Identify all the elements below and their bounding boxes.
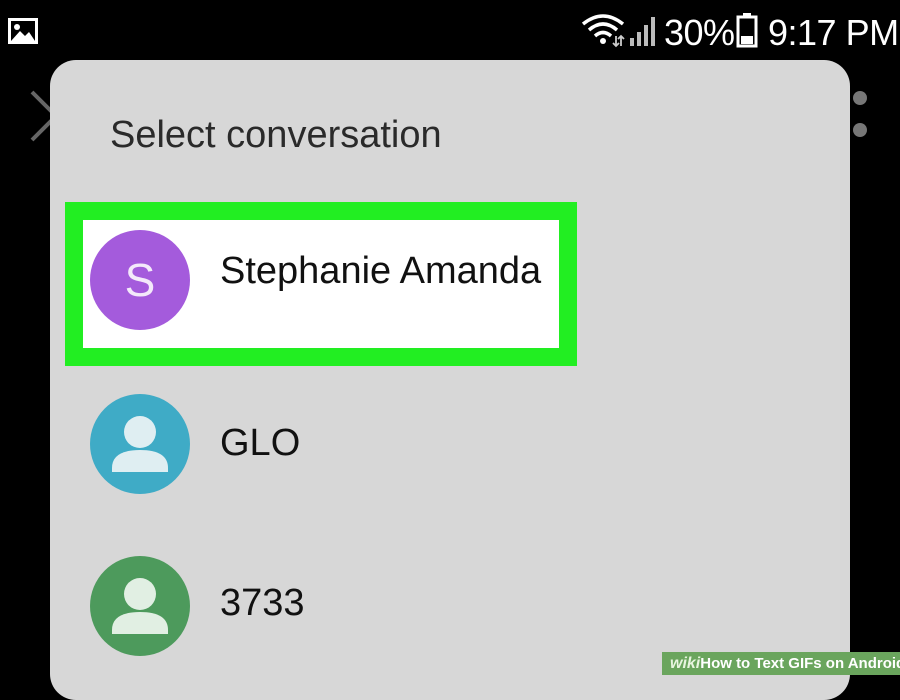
conversation-name: 3733 [220, 582, 305, 624]
person-icon [112, 416, 168, 472]
more-options-icon[interactable] [848, 88, 872, 144]
dialog-title: Select conversation [110, 114, 442, 156]
status-bar: 30% 9:17 PM [0, 0, 900, 66]
conversation-item-glo[interactable]: GLO [50, 382, 850, 512]
battery-percentage: 30% [664, 12, 735, 53]
conversation-name: Stephanie Amanda [220, 250, 542, 292]
wikihow-watermark: wikiHow to Text GIFs on Android [662, 652, 900, 675]
person-icon [112, 578, 168, 634]
signal-icon [630, 17, 655, 46]
clock: 9:17 PM [768, 12, 899, 53]
avatar [90, 394, 190, 494]
watermark-prefix: wiki [670, 655, 701, 672]
wifi-icon [581, 14, 625, 48]
conversation-item-stephanie-amanda[interactable]: S Stephanie Amanda [50, 216, 850, 346]
avatar [90, 556, 190, 656]
avatar: S [90, 230, 190, 330]
conversation-name: GLO [220, 422, 301, 464]
avatar-letter: S [124, 254, 156, 306]
gallery-icon [8, 18, 38, 44]
watermark-text: How to Text GIFs on Android [700, 655, 900, 672]
select-conversation-dialog: Select conversation S Stephanie Amanda G… [50, 60, 850, 700]
battery-icon [736, 13, 758, 48]
